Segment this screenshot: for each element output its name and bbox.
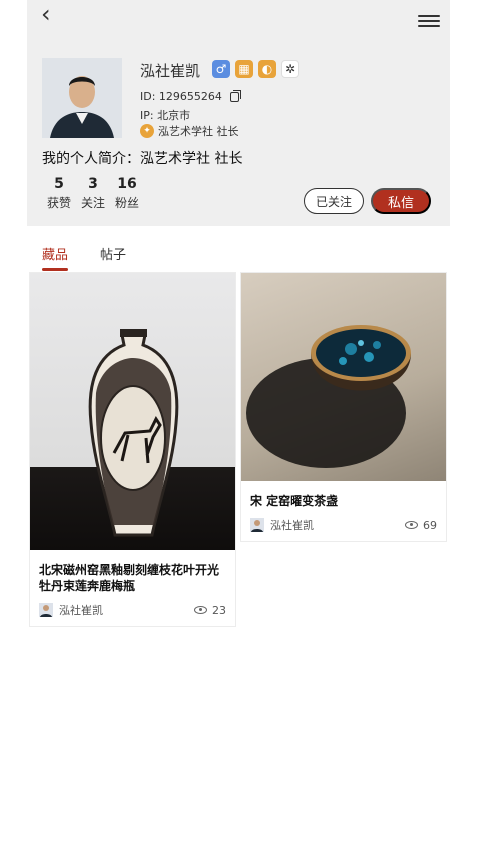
stat-followers-value: 16 xyxy=(117,176,137,192)
eye-icon xyxy=(405,521,418,529)
stat-likes-label: 获赞 xyxy=(46,196,71,210)
item-author[interactable]: 泓社崔凯 xyxy=(39,602,103,618)
menu-icon xyxy=(418,15,440,27)
item-meta: 泓社崔凯 23 xyxy=(39,602,226,618)
organization-row: ✦ 泓艺术学社 社长 xyxy=(140,123,239,139)
tea-bowl-image xyxy=(241,273,446,481)
stat-following[interactable]: 3 关注 xyxy=(79,176,107,211)
flower-badge-icon: ✲ xyxy=(281,60,299,78)
tab-collections[interactable]: 藏品 xyxy=(42,244,69,271)
author-avatar xyxy=(39,603,53,617)
stat-likes-value: 5 xyxy=(54,176,64,192)
profile-bio: 我的个人简介：泓艺术学社 社长 xyxy=(42,151,243,167)
user-id: ID: 129655264 xyxy=(140,90,222,103)
ip-location: IP: 北京市 xyxy=(140,109,191,122)
follow-button[interactable]: 已关注 xyxy=(304,188,364,214)
stat-following-label: 关注 xyxy=(80,196,105,210)
item-views: 23 xyxy=(194,604,226,617)
item-meta: 泓社崔凯 69 xyxy=(250,517,437,533)
item-title: 宋 定窑曜变茶盏 xyxy=(250,494,339,508)
vase-illustration xyxy=(88,329,179,537)
eye-icon xyxy=(194,606,207,614)
profile-stats: 5 获赞 3 关注 16 粉丝 xyxy=(45,176,141,211)
chevron-left-icon: ‹ xyxy=(41,0,51,28)
tab-posts[interactable]: 帖子 xyxy=(100,244,126,271)
profile-name: 泓社崔凯 xyxy=(140,62,201,80)
menu-button[interactable] xyxy=(418,12,440,34)
stat-following-value: 3 xyxy=(88,176,98,192)
coin-badge-icon: ◐ xyxy=(258,60,276,78)
stat-followers-label: 粉丝 xyxy=(114,196,139,210)
collection-card[interactable]: 宋 定窑曜变茶盏 泓社崔凯 69 xyxy=(240,272,447,542)
user-id-row: ID: 129655264 xyxy=(140,89,241,103)
stat-followers[interactable]: 16 粉丝 xyxy=(113,176,141,211)
avatar[interactable] xyxy=(42,58,122,138)
author-name: 泓社崔凯 xyxy=(270,519,314,532)
collection-card[interactable]: 北宋磁州窑黑釉剔刻缠枝花叶开光牡丹束莲奔鹿梅瓶 泓社崔凯 23 xyxy=(29,272,236,627)
author-name: 泓社崔凯 xyxy=(59,604,103,617)
vase-image xyxy=(30,273,235,550)
organization-label: 泓艺术学社 社长 xyxy=(158,125,239,138)
message-button[interactable]: 私信 xyxy=(371,188,431,214)
profile-badges: ♂ ▦ ◐ ✲ xyxy=(212,60,299,78)
view-count: 69 xyxy=(423,518,437,532)
tea-bowl-illustration xyxy=(246,325,411,468)
view-count: 23 xyxy=(212,603,226,617)
male-icon: ♂ xyxy=(212,60,230,78)
stat-likes[interactable]: 5 获赞 xyxy=(45,176,73,211)
organization-icon: ✦ xyxy=(140,124,154,138)
level-badge-icon: ▦ xyxy=(235,60,253,78)
copy-icon[interactable] xyxy=(229,89,241,102)
author-avatar xyxy=(250,518,264,532)
back-button[interactable]: ‹ xyxy=(41,2,63,28)
item-title: 北宋磁州窑黑釉剔刻缠枝花叶开光牡丹束莲奔鹿梅瓶 xyxy=(39,563,220,593)
item-views: 69 xyxy=(405,519,437,532)
item-author[interactable]: 泓社崔凯 xyxy=(250,517,314,533)
content-tabs: 藏品 帖子 xyxy=(42,244,126,271)
avatar-image xyxy=(42,58,122,138)
